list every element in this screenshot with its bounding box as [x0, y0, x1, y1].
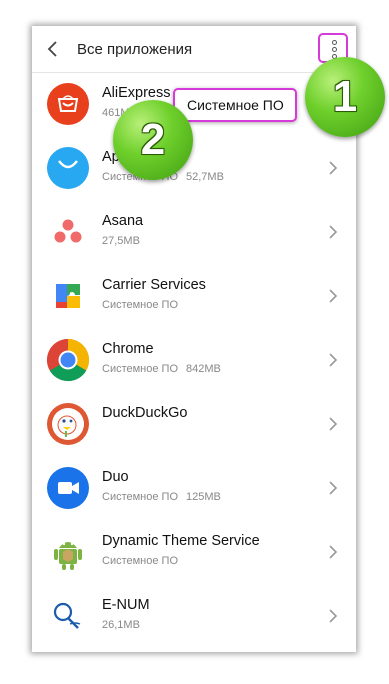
chevron-right-icon [329, 289, 338, 303]
app-meta: 26,1MB [102, 619, 140, 631]
dot-icon [332, 47, 337, 52]
page-title: Все приложения [77, 41, 193, 58]
app-name: Dynamic Theme Service [102, 533, 260, 549]
enum-icon [53, 602, 81, 629]
dot-icon [332, 40, 337, 45]
app-meta: 27,5MB [102, 235, 140, 247]
app-row-chrome[interactable]: Chrome Системное ПО 842MB [32, 328, 356, 392]
appgallery-icon [47, 147, 89, 189]
back-arrow-icon[interactable] [44, 40, 62, 58]
app-row-appgallery[interactable]: App Системное ПО 52,7MB [32, 136, 356, 200]
app-row-e-num[interactable]: E-NUM 26,1MB [32, 584, 356, 648]
app-meta: Системное ПО 842MB [102, 363, 221, 375]
duckduckgo-icon [47, 403, 89, 445]
step-badge-1: 1 [305, 57, 385, 137]
app-name: Duo [102, 469, 129, 485]
chevron-right-icon [329, 609, 338, 623]
chevron-right-icon [329, 161, 338, 175]
app-meta: Системное ПО [102, 299, 179, 311]
app-row-duo[interactable]: Duo Системное ПО 125MB [32, 456, 356, 520]
chevron-right-icon [329, 545, 338, 559]
app-row-carrier-services[interactable]: Carrier Services Системное ПО [32, 264, 356, 328]
aliexpress-icon [47, 83, 89, 125]
carrier-services-icon [56, 284, 80, 308]
app-row-asana[interactable]: Asana 27,5MB [32, 200, 356, 264]
chevron-right-icon [329, 481, 338, 495]
app-name: DuckDuckGo [102, 405, 188, 421]
app-name: Carrier Services [102, 277, 206, 293]
duo-icon [47, 467, 89, 509]
chrome-icon [46, 339, 90, 382]
app-name: Chrome [102, 341, 154, 357]
system-apps-menu-item[interactable]: Системное ПО [173, 88, 297, 122]
app-name: E-NUM [102, 597, 150, 613]
app-row-dynamic-theme-service[interactable]: Dynamic Theme Service Системное ПО [32, 520, 356, 584]
dynamic-theme-icon [54, 542, 82, 570]
chevron-right-icon [329, 353, 338, 367]
app-bar: Все приложения [32, 26, 356, 73]
chevron-right-icon [329, 417, 338, 431]
app-meta: Системное ПО [102, 555, 179, 567]
asana-icon [54, 219, 82, 243]
step-badge-2: 2 [113, 100, 193, 180]
chevron-right-icon [329, 225, 338, 239]
app-name: Asana [102, 213, 144, 229]
app-row-duckduckgo[interactable]: DuckDuckGo [32, 392, 356, 456]
app-name: AliExpress [102, 85, 171, 101]
app-meta: Системное ПО 125MB [102, 491, 221, 503]
